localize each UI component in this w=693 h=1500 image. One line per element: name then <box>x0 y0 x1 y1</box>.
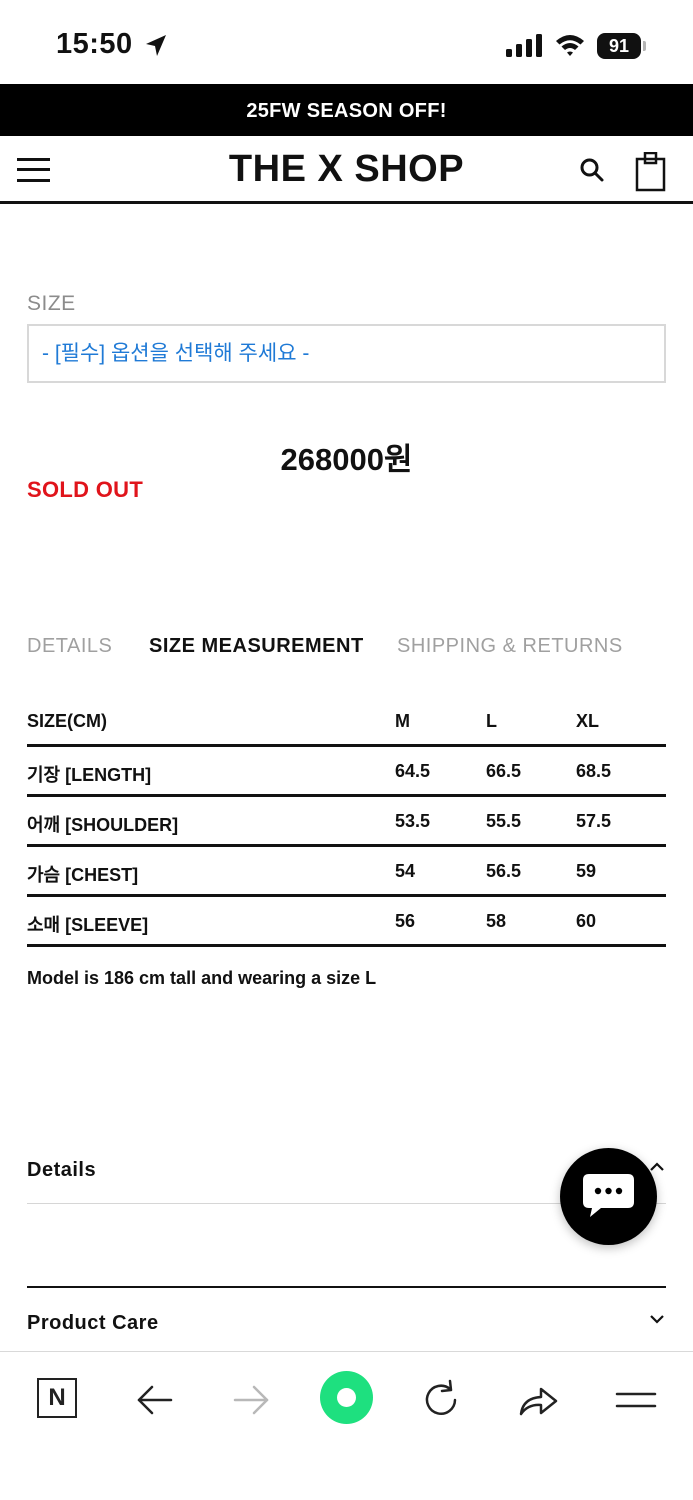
tab-shipping-returns[interactable]: SHIPPING & RETURNS <box>397 635 623 658</box>
tab-size-measurement[interactable]: SIZE MEASUREMENT <box>149 635 364 658</box>
chat-bubble-icon <box>583 1174 634 1217</box>
table-row: 가슴 [CHEST] 54 56.5 59 <box>27 847 666 897</box>
chat-button[interactable] <box>560 1148 657 1245</box>
refresh-icon[interactable] <box>419 1378 463 1422</box>
table-cell: 56.5 <box>486 861 522 881</box>
wifi-icon <box>556 35 584 56</box>
table-cell: 66.5 <box>486 761 522 781</box>
shopping-bag-icon[interactable] <box>634 152 668 192</box>
table-cell: 56 <box>395 911 416 931</box>
table-header-cell: L <box>486 711 497 731</box>
battery-indicator: 91 <box>597 33 647 59</box>
table-cell: 60 <box>576 911 597 931</box>
table-cell: 소매 [SLEEVE] <box>27 915 149 935</box>
table-header-row: SIZE(CM) M L XL <box>27 697 666 747</box>
home-dot-icon <box>337 1388 356 1407</box>
table-header-cell: XL <box>576 711 600 731</box>
cellular-signal-icon <box>506 34 542 57</box>
size-measurement-table: SIZE(CM) M L XL 기장 [LENGTH] 64.5 66.5 68… <box>27 697 666 947</box>
table-row: 어깨 [SHOULDER] 53.5 55.5 57.5 <box>27 797 666 847</box>
forward-arrow-icon[interactable] <box>229 1378 273 1422</box>
browser-toolbar: N <box>0 1351 693 1500</box>
size-option-label: SIZE <box>27 292 76 315</box>
table-cell: 64.5 <box>395 761 431 781</box>
accordion-product-care-header[interactable]: Product Care <box>27 1312 159 1335</box>
table-cell: 54 <box>395 861 416 881</box>
chevron-down-icon[interactable] <box>648 1312 666 1326</box>
table-cell: 59 <box>576 861 597 881</box>
promo-banner[interactable]: 25FW SEASON OFF! <box>0 84 693 136</box>
back-arrow-icon[interactable] <box>133 1378 177 1422</box>
table-cell: 57.5 <box>576 811 612 831</box>
site-header: THE X SHOP <box>0 136 693 204</box>
table-cell: 53.5 <box>395 811 431 831</box>
naver-n-icon[interactable]: N <box>37 1378 77 1418</box>
accordion-details-header[interactable]: Details <box>27 1159 96 1182</box>
status-bar: 15:50 91 <box>0 0 693 84</box>
share-icon[interactable] <box>516 1378 560 1422</box>
table-row: 소매 [SLEEVE] 56 58 60 <box>27 897 666 947</box>
table-cell: 68.5 <box>576 761 612 781</box>
model-size-note: Model is 186 cm tall and wearing a size … <box>27 968 377 988</box>
table-cell: 어깨 [SHOULDER] <box>27 815 179 835</box>
search-icon[interactable] <box>578 156 606 184</box>
product-price: 268000원 <box>280 442 413 477</box>
table-cell: 55.5 <box>486 811 522 831</box>
battery-cap <box>643 41 646 51</box>
divider <box>27 1286 666 1288</box>
table-row: 기장 [LENGTH] 64.5 66.5 68.5 <box>27 747 666 797</box>
home-button[interactable] <box>320 1371 373 1424</box>
status-time: 15:50 <box>56 28 133 60</box>
menu-lines-icon[interactable] <box>614 1378 658 1422</box>
table-cell: 가슴 [CHEST] <box>27 865 139 885</box>
sold-out-label: SOLD OUT <box>27 477 144 502</box>
location-arrow-icon <box>146 35 166 56</box>
battery-level: 91 <box>597 33 641 59</box>
tab-details[interactable]: DETAILS <box>27 635 112 658</box>
table-cell: 기장 [LENGTH] <box>27 765 152 785</box>
table-header-cell: SIZE(CM) <box>27 711 107 731</box>
size-select[interactable]: - [필수] 옵션을 선택해 주세요 - <box>27 324 666 383</box>
table-cell: 58 <box>486 911 507 931</box>
table-header-cell: M <box>395 711 410 731</box>
